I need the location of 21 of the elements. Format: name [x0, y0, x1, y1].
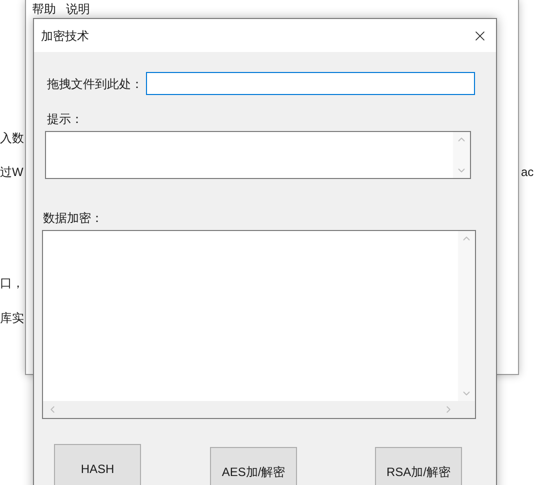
scrollbar-corner: [458, 401, 475, 418]
data-text-area[interactable]: [42, 230, 476, 419]
window-title: 加密技术: [41, 28, 89, 44]
field-label: 拖拽文件到此处：: [47, 76, 144, 92]
background-text: 过W: [0, 164, 24, 181]
vertical-scrollbar[interactable]: [458, 231, 475, 401]
vertical-scrollbar[interactable]: [453, 132, 470, 178]
background-text: ac: [521, 164, 534, 181]
action-button[interactable]: AES加/解密: [210, 447, 297, 485]
hint-text-area[interactable]: [45, 131, 471, 180]
action-button[interactable]: HASH: [54, 444, 141, 485]
field-label: 提示：: [47, 111, 84, 128]
file-drop-field[interactable]: [146, 72, 475, 95]
background-text: 库实: [0, 310, 25, 327]
horizontal-scrollbar[interactable]: [43, 401, 458, 418]
background-text: 口，: [0, 275, 25, 292]
field-label: 数据加密：: [43, 210, 104, 228]
menu-item[interactable]: 帮助: [32, 2, 56, 16]
background-text: 入数: [0, 130, 25, 147]
action-button[interactable]: RSA加/解密: [375, 447, 462, 485]
menu-item[interactable]: 说明: [66, 2, 90, 16]
